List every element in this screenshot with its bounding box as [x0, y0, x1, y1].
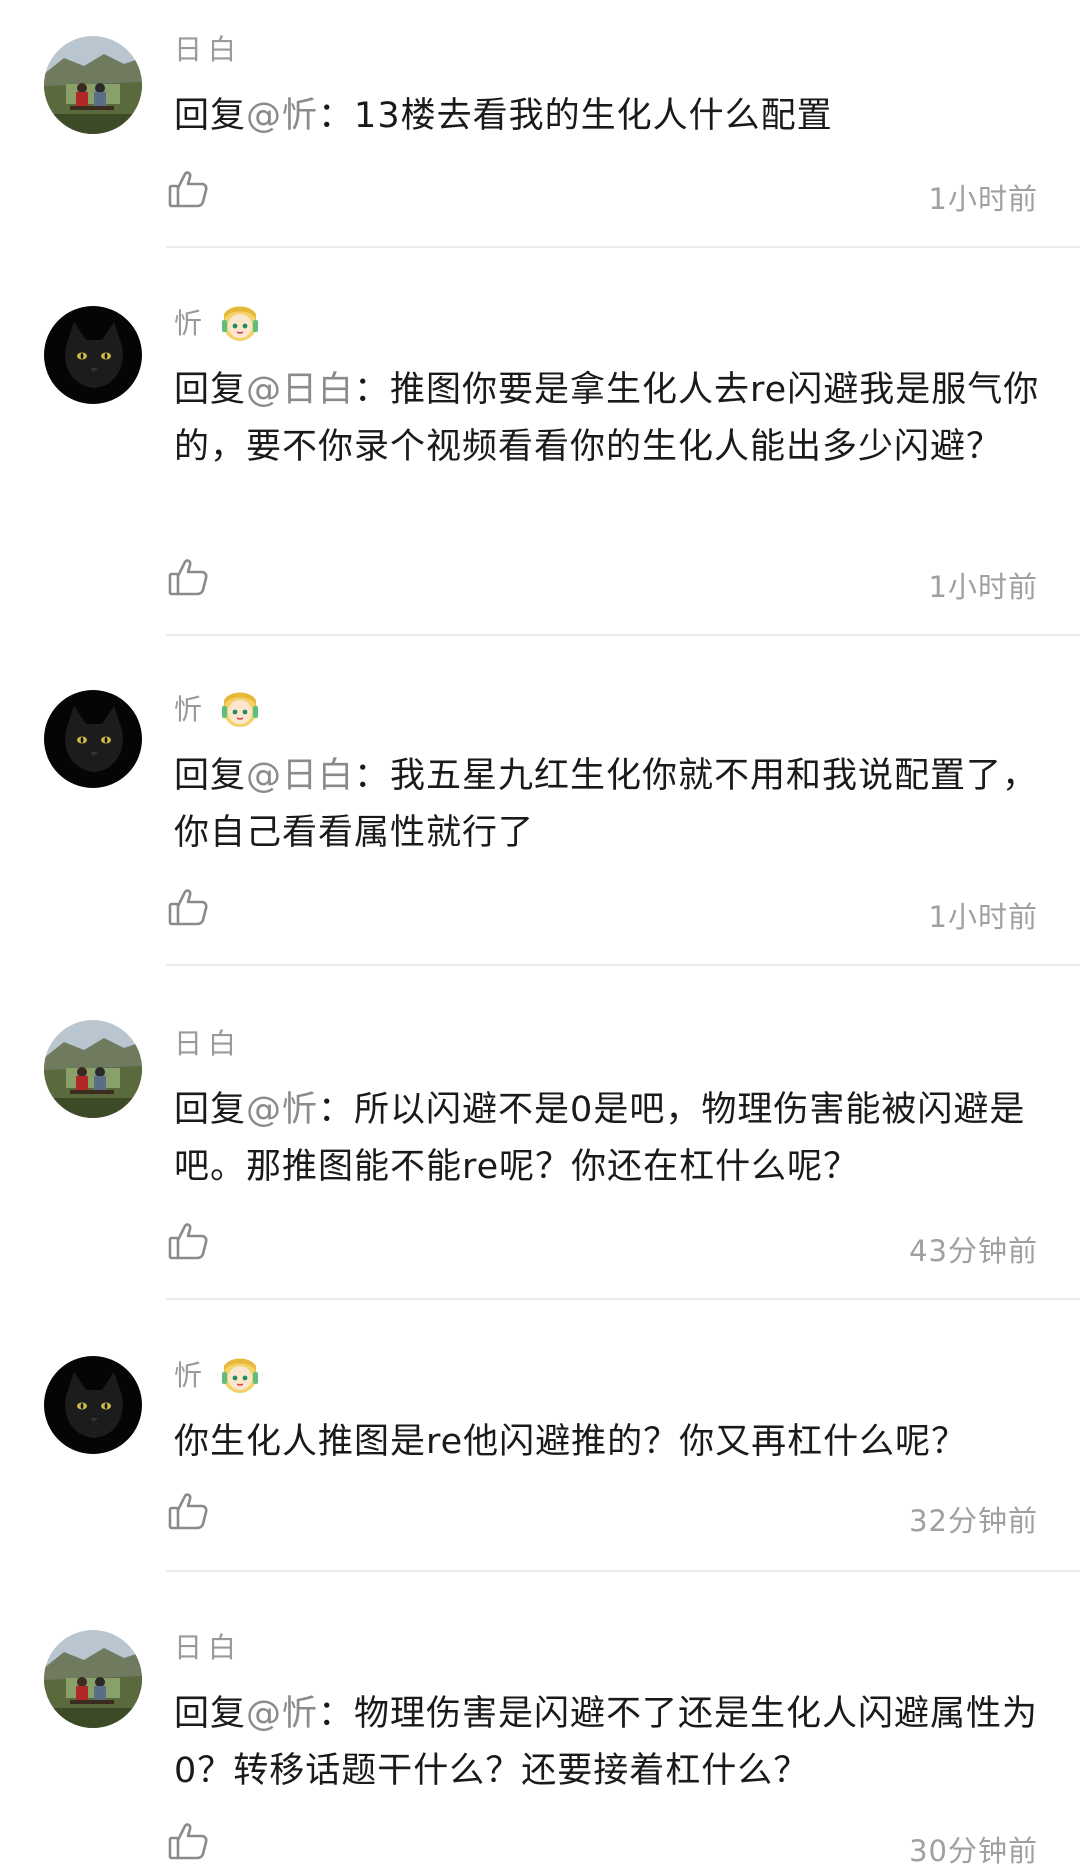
comment-text: 回复@日白：推图你要是拿生化人去re闪避我是服气你的，要不你录个视频看看你的生化… [174, 362, 1050, 476]
separator: ： [354, 756, 391, 796]
avatar[interactable] [44, 1630, 142, 1728]
thumbs-up-icon [168, 1823, 208, 1860]
like-button[interactable] [166, 556, 210, 600]
landscape-avatar-image [44, 1630, 142, 1728]
like-button[interactable] [166, 1220, 210, 1264]
mention-link[interactable]: @忻 [246, 1090, 318, 1130]
divider [166, 964, 1080, 966]
timestamp: 32分钟前 [909, 1504, 1038, 1538]
like-button[interactable] [166, 1490, 210, 1534]
landscape-avatar-image [44, 36, 142, 134]
username[interactable]: 忻 [174, 1354, 208, 1394]
black-cat-avatar-image [44, 1356, 142, 1454]
timestamp: 30分钟前 [909, 1834, 1038, 1868]
like-button[interactable] [166, 168, 210, 212]
like-button[interactable] [166, 886, 210, 930]
black-cat-avatar-image [44, 690, 142, 788]
comment-text: 你生化人推图是re他闪避推的？你又再杠什么呢？ [174, 1414, 1050, 1471]
reply-prefix: 回复 [174, 756, 247, 796]
comment-text: 回复@忻：13楼去看我的生化人什么配置 [174, 88, 1050, 145]
comment-text: 回复@忻：所以闪避不是0是吧，物理伤害能被闪避是吧。那推图能不能re呢？你还在杠… [174, 1082, 1050, 1196]
username[interactable]: 忻 [174, 302, 208, 342]
thumbs-up-icon [168, 1493, 208, 1530]
comment-header: 日白 [174, 1622, 242, 1670]
divider [166, 1298, 1080, 1300]
thumbs-up-icon [168, 171, 208, 208]
divider [166, 1570, 1080, 1572]
like-button[interactable] [166, 1820, 210, 1864]
timestamp: 43分钟前 [909, 1234, 1038, 1268]
black-cat-avatar-image [44, 306, 142, 404]
comment-text: 回复@日白：我五星九红生化你就不用和我说配置了，你自己看看属性就行了 [174, 748, 1050, 862]
comment-header: 日白 [174, 1018, 242, 1066]
username[interactable]: 忻 [174, 688, 208, 728]
landscape-avatar-image [44, 1020, 142, 1118]
comment-header: 忻 [174, 298, 262, 346]
divider [166, 246, 1080, 248]
mention-link[interactable]: @忻 [246, 1694, 318, 1734]
username[interactable]: 日白 [174, 28, 242, 68]
comment-header: 忻 [174, 684, 262, 732]
avatar[interactable] [44, 1356, 142, 1454]
comment-body: 13楼去看我的生化人什么配置 [354, 96, 833, 136]
reply-prefix: 回复 [174, 96, 247, 136]
divider [166, 634, 1080, 636]
comment-header: 日白 [174, 24, 242, 72]
timestamp: 1小时前 [928, 182, 1038, 216]
anime-girl-badge-icon [222, 306, 259, 341]
avatar[interactable] [44, 1020, 142, 1118]
separator: ： [318, 96, 355, 136]
mention-link[interactable]: @日白 [246, 756, 354, 796]
separator: ： [318, 1694, 355, 1734]
username[interactable]: 日白 [174, 1626, 242, 1666]
timestamp: 1小时前 [928, 900, 1038, 934]
timestamp: 1小时前 [928, 570, 1038, 604]
thumbs-up-icon [168, 889, 208, 926]
mention-link[interactable]: @日白 [246, 370, 354, 410]
avatar[interactable] [44, 36, 142, 134]
separator: ： [318, 1090, 355, 1130]
comment-body: 你生化人推图是re他闪避推的？你又再杠什么呢？ [174, 1422, 968, 1462]
comment-text: 回复@忻：物理伤害是闪避不了还是生化人闪避属性为0？转移话题干什么？还要接着杠什… [174, 1686, 1050, 1800]
avatar[interactable] [44, 306, 142, 404]
thumbs-up-icon [168, 1223, 208, 1260]
mention-link[interactable]: @忻 [246, 96, 318, 136]
anime-girl-badge-icon [222, 692, 259, 727]
reply-prefix: 回复 [174, 1694, 247, 1734]
separator: ： [354, 370, 391, 410]
reply-prefix: 回复 [174, 1090, 247, 1130]
comment-header: 忻 [174, 1350, 262, 1398]
reply-prefix: 回复 [174, 370, 247, 410]
username[interactable]: 日白 [174, 1022, 242, 1062]
anime-girl-badge-icon [222, 1358, 259, 1393]
avatar[interactable] [44, 690, 142, 788]
thumbs-up-icon [168, 559, 208, 596]
